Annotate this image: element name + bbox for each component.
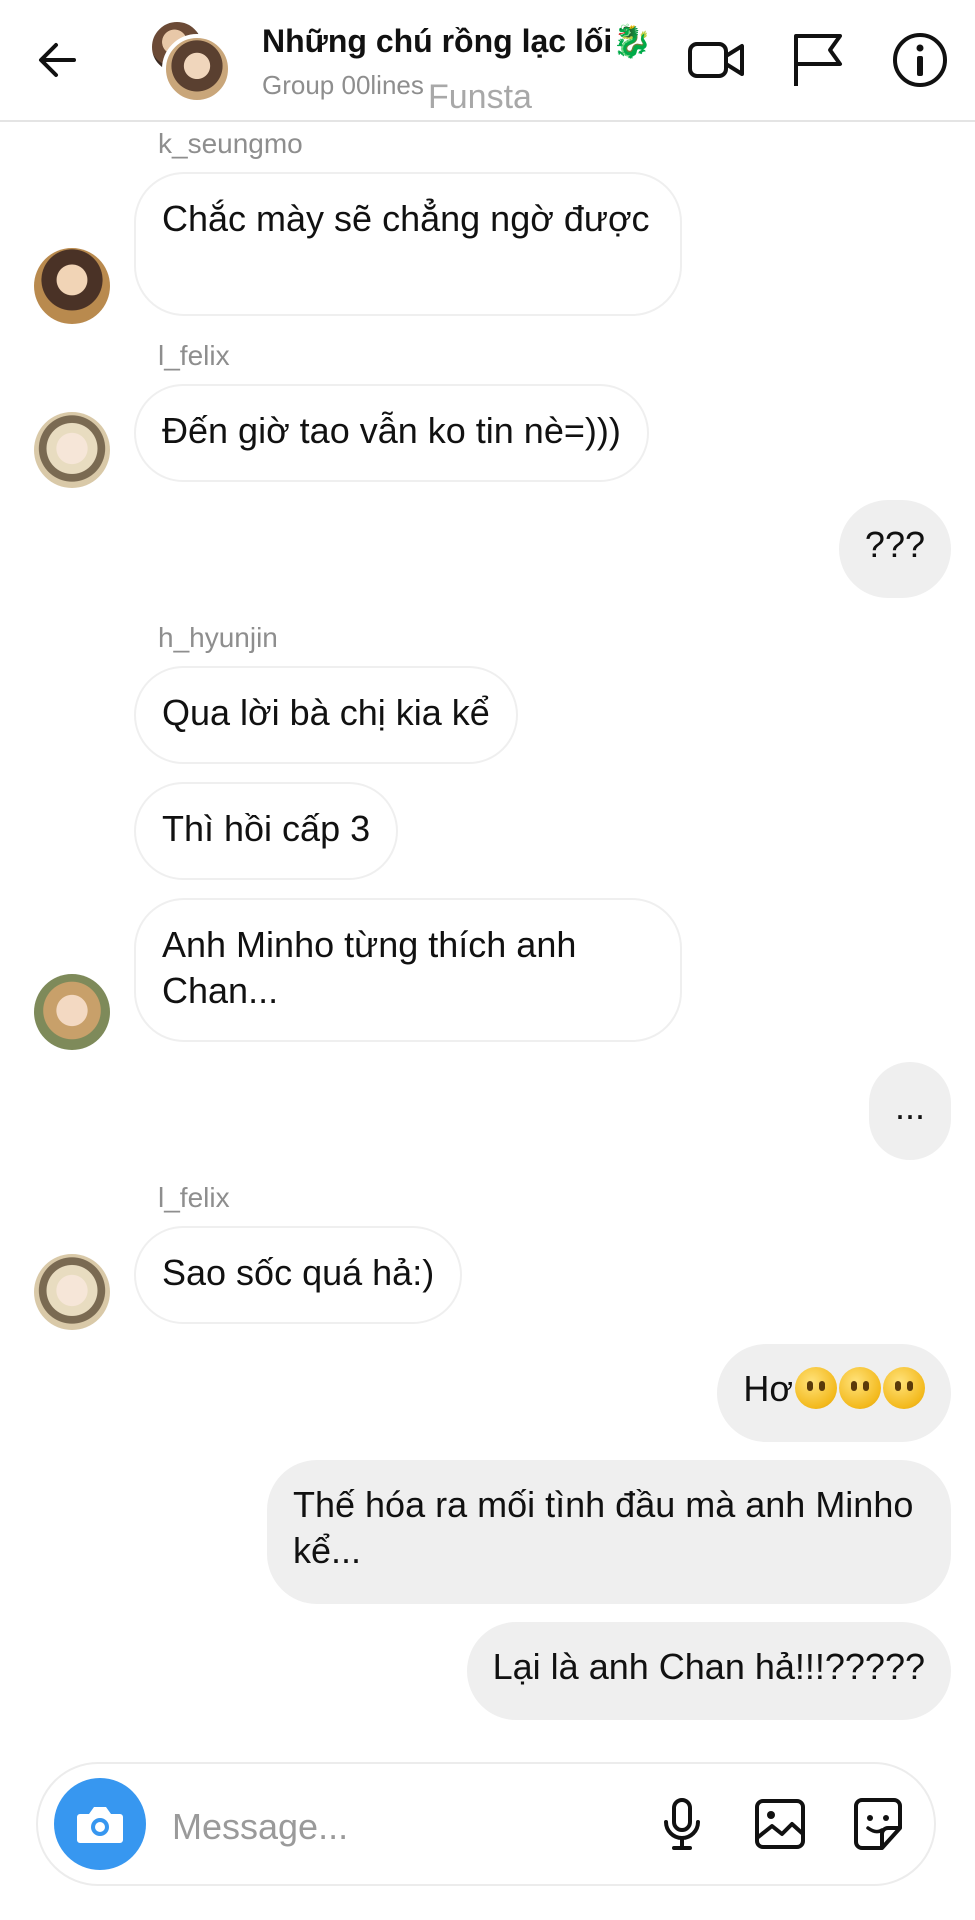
- message-text: Hơ: [743, 1368, 793, 1409]
- message-bubble[interactable]: Qua lời bà chị kia kể: [134, 666, 518, 764]
- message-bubble[interactable]: Đến giờ tao vẫn ko tin nè=))): [134, 384, 649, 482]
- group-avatar-front[interactable]: [162, 34, 232, 104]
- message-bubble[interactable]: Lại là anh Chan hả!!!?????: [466, 1622, 951, 1720]
- message-bubble[interactable]: Hơ: [717, 1344, 951, 1442]
- info-icon[interactable]: [888, 28, 952, 92]
- message-bubble[interactable]: ???: [838, 500, 951, 598]
- back-arrow-icon[interactable]: [28, 30, 88, 90]
- message-bubble[interactable]: Anh Minho từng thích anh Chan...: [134, 898, 682, 1042]
- sticker-icon[interactable]: [848, 1794, 908, 1854]
- flag-icon[interactable]: [786, 28, 850, 92]
- message-bubble[interactable]: Thế hóa ra mối tình đầu mà anh Minho kể.…: [267, 1460, 951, 1604]
- dragon-emoji: 🐉: [612, 23, 653, 59]
- message-composer: [36, 1762, 936, 1886]
- face-without-mouth-emoji: [883, 1367, 925, 1409]
- watermark: Funsta: [428, 78, 532, 116]
- sender-name: l_felix: [158, 1182, 230, 1213]
- avatar[interactable]: [34, 248, 110, 324]
- message-bubble[interactable]: ...: [868, 1062, 951, 1160]
- sender-name: l_felix: [158, 340, 230, 371]
- avatar[interactable]: [34, 412, 110, 488]
- sender-name: h_hyunjin: [158, 622, 278, 653]
- chat-subtitle: Group 00lines: [262, 70, 424, 100]
- gallery-icon[interactable]: [750, 1794, 810, 1854]
- face-without-mouth-emoji: [795, 1367, 837, 1409]
- message-input[interactable]: [170, 1802, 534, 1852]
- camera-icon: [77, 1807, 123, 1843]
- avatar[interactable]: [34, 1254, 110, 1330]
- microphone-icon[interactable]: [652, 1794, 712, 1854]
- message-bubble[interactable]: Sao sốc quá hả:): [134, 1226, 463, 1324]
- avatar[interactable]: [34, 974, 110, 1050]
- video-call-icon[interactable]: [684, 28, 748, 92]
- chat-title[interactable]: Những chú rồng lạc lối🐉: [262, 22, 652, 60]
- chat-header: Những chú rồng lạc lối🐉 Group 00lines Fu…: [0, 0, 975, 122]
- face-without-mouth-emoji: [839, 1367, 881, 1409]
- camera-button[interactable]: [54, 1778, 146, 1870]
- message-bubble[interactable]: Thì hồi cấp 3: [134, 782, 399, 880]
- sender-name: k_seungmo: [158, 128, 303, 159]
- message-bubble[interactable]: Chắc mày sẽ chẳng ngờ được: [134, 172, 682, 316]
- chat-title-text: Những chú rồng lạc lối: [262, 23, 613, 59]
